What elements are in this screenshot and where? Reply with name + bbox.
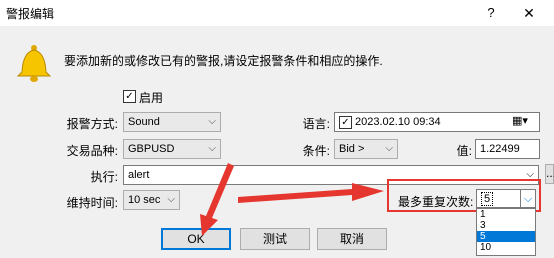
annotation-arrows — [200, 163, 384, 236]
arrow-to-ok-button — [200, 163, 234, 236]
arrow-to-max-repeats — [238, 183, 384, 203]
